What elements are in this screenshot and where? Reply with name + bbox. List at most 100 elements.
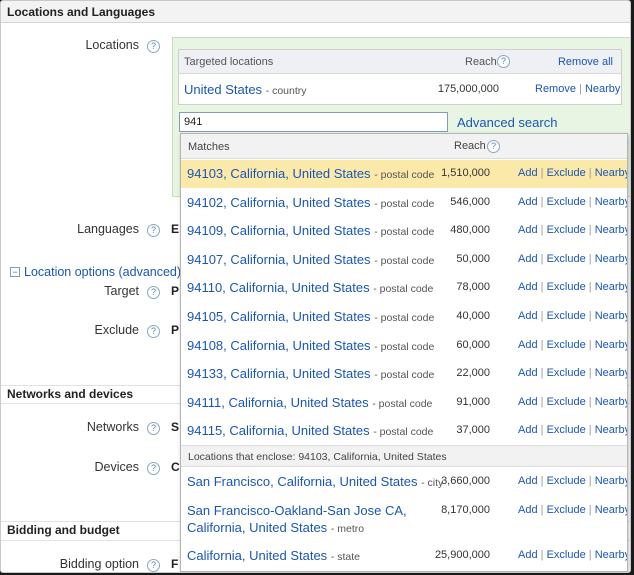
match-name[interactable]: 94102, California, United States [187,195,371,210]
matches-header: Matches Reach ? [181,134,627,159]
add-link[interactable]: Add [518,253,538,265]
match-name[interactable]: 94108, California, United States [187,338,371,353]
targeted-reach-help-icon[interactable]: ? [497,55,510,68]
add-link[interactable]: Add [518,424,538,436]
match-row[interactable]: 94108, California, United States - posta… [181,332,627,360]
targeted-location-name[interactable]: United States [184,82,262,97]
match-name[interactable]: 94133, California, United States [187,366,371,381]
add-link[interactable]: Add [518,310,538,322]
match-row[interactable]: 94105, California, United States - posta… [181,303,627,331]
add-link[interactable]: Add [518,396,538,408]
add-link[interactable]: Add [518,196,538,208]
collapse-icon: − [10,267,20,277]
dropdown-reach-help-icon[interactable]: ? [487,140,500,153]
match-name[interactable]: 94105, California, United States [187,309,371,324]
target-label: Target [104,284,139,298]
row-actions: Add | Exclude | Nearby [518,196,627,208]
match-name[interactable]: 94103, California, United States [187,166,371,181]
exclude-link[interactable]: Exclude [547,224,586,236]
match-reach: 1,510,000 [441,167,490,179]
match-name[interactable]: 94109, California, United States [187,223,371,238]
match-row[interactable]: 94102, California, United States - posta… [181,189,627,217]
nearby-link[interactable]: Nearby [595,253,627,265]
devices-help-icon[interactable]: ? [147,462,160,475]
exclude-link[interactable]: Exclude [547,281,586,293]
remove-link[interactable]: Remove [535,83,576,95]
add-link[interactable]: Add [518,167,538,179]
remove-all-link[interactable]: Remove all [558,56,613,68]
match-row[interactable]: 94111, California, United States - posta… [181,389,627,417]
match-reach: 40,000 [456,310,490,322]
bidding-option-help-icon[interactable]: ? [147,559,160,572]
exclude-link[interactable]: Exclude [547,196,586,208]
target-help-icon[interactable]: ? [147,286,160,299]
nearby-link[interactable]: Nearby [595,475,627,487]
match-row[interactable]: 94107, California, United States - posta… [181,246,627,274]
exclude-link[interactable]: Exclude [547,253,586,265]
advanced-search-link[interactable]: Advanced search [457,115,557,130]
section-header-locations-languages: Locations and Languages [1,1,630,23]
exclude-link[interactable]: Exclude [547,504,586,516]
enclosing-location-name-line2[interactable]: California, United States [187,520,327,535]
locations-help-icon[interactable]: ? [147,40,160,53]
networks-value: S [171,420,180,434]
exclude-link[interactable]: Exclude [547,367,586,379]
add-link[interactable]: Add [518,549,538,561]
match-type: - postal code [374,340,435,353]
languages-help-icon[interactable]: ? [147,224,160,237]
nearby-link[interactable]: Nearby [595,424,627,436]
location-options-toggle[interactable]: − Location options (advanced) [10,265,181,279]
exclude-link[interactable]: Exclude [547,310,586,322]
networks-help-icon[interactable]: ? [147,422,160,435]
nearby-link[interactable]: Nearby [595,167,627,179]
match-row[interactable]: 94103, California, United States - posta… [181,160,627,188]
nearby-link[interactable]: Nearby [585,83,620,95]
enclosing-location-row[interactable]: San Francisco, California, United States… [181,467,627,495]
match-name[interactable]: 94115, California, United States [187,423,370,438]
exclude-help-icon[interactable]: ? [147,325,160,338]
nearby-link[interactable]: Nearby [595,504,627,516]
exclude-link[interactable]: Exclude [547,167,586,179]
enclosing-location-name[interactable]: California, United States [187,548,327,563]
enclosing-location-type: - city [421,477,444,489]
match-row[interactable]: 94115, California, United States - posta… [181,417,627,445]
add-link[interactable]: Add [518,475,538,487]
nearby-link[interactable]: Nearby [595,196,627,208]
exclude-link[interactable]: Exclude [547,424,586,436]
add-link[interactable]: Add [518,281,538,293]
targeted-locations-header: Targeted locations Reach ? Remove all [179,50,621,74]
row-actions: Add | Exclude | Nearby [518,339,627,351]
networks-label: Networks [86,420,139,434]
enclosing-location-reach: 25,900,000 [434,549,490,561]
exclude-link[interactable]: Exclude [547,396,586,408]
nearby-link[interactable]: Nearby [595,310,627,322]
nearby-link[interactable]: Nearby [595,549,627,561]
enclosing-location-row[interactable]: San Francisco-Oakland-San Jose CA, Calif… [181,496,627,540]
match-row[interactable]: 94110, California, United States - posta… [181,274,627,302]
add-link[interactable]: Add [518,224,538,236]
nearby-link[interactable]: Nearby [595,339,627,351]
add-link[interactable]: Add [518,339,538,351]
nearby-link[interactable]: Nearby [595,281,627,293]
nearby-link[interactable]: Nearby [595,224,627,236]
exclude-value: P [171,323,180,337]
match-row[interactable]: 94133, California, United States - posta… [181,360,627,388]
enclosing-location-name[interactable]: San Francisco, California, United States [187,474,418,489]
add-link[interactable]: Add [518,504,538,516]
add-link[interactable]: Add [518,367,538,379]
match-reach: 91,000 [456,395,490,408]
match-row[interactable]: 94109, California, United States - posta… [181,217,627,245]
match-name[interactable]: 94107, California, United States [187,252,371,267]
nearby-link[interactable]: Nearby [595,396,627,408]
exclude-link[interactable]: Exclude [547,339,586,351]
exclude-link[interactable]: Exclude [547,549,586,561]
exclude-link[interactable]: Exclude [547,475,586,487]
nearby-link[interactable]: Nearby [595,367,627,379]
location-search-input[interactable] [179,112,448,132]
match-name[interactable]: 94111, California, United States [187,395,369,410]
row-actions: Add | Exclude | Nearby [518,253,627,265]
match-name[interactable]: 94110, California, United States [187,280,370,295]
enclosing-location-name-line1[interactable]: San Francisco-Oakland-San Jose CA, [187,503,407,518]
enclosing-location-row[interactable]: California, United States - state 25,900… [181,541,627,569]
enclosing-location-reach: 8,170,000 [441,504,490,516]
